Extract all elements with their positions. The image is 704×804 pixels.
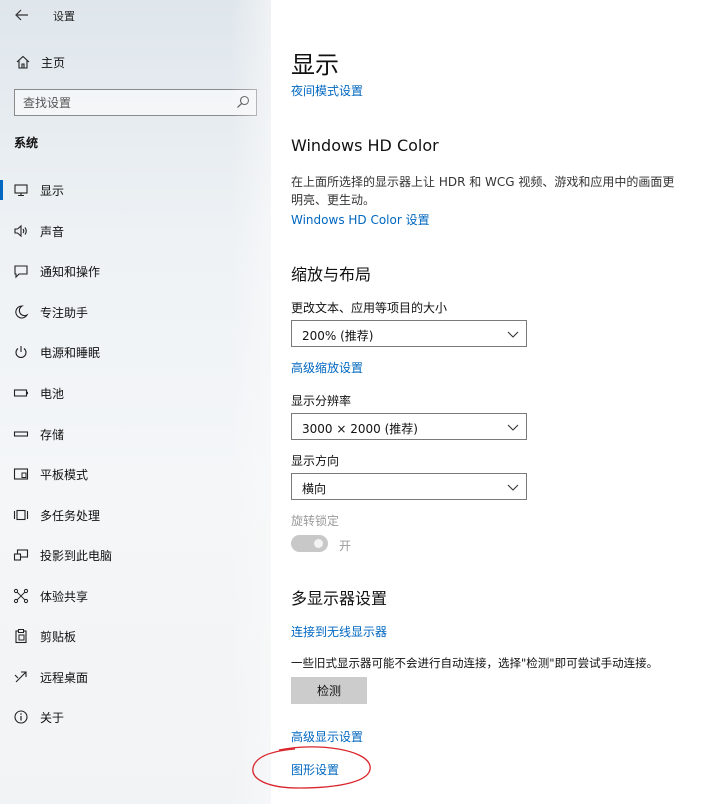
- sidebar-item-tablet-mode[interactable]: 平板模式: [0, 458, 271, 490]
- sidebar-item-label: 远程桌面: [40, 671, 89, 685]
- home-label: 主页: [41, 56, 66, 70]
- rotation-lock-state: 开: [339, 539, 352, 553]
- project-icon: [13, 549, 29, 561]
- sidebar-item-label: 电源和睡眠: [40, 346, 101, 360]
- clipboard-icon: [15, 629, 27, 644]
- tablet-mode-icon: [13, 468, 29, 480]
- info-icon: [14, 710, 28, 724]
- sidebar-item-about[interactable]: 关于: [0, 701, 271, 733]
- page-title: 显示: [291, 51, 339, 79]
- notification-icon: [14, 265, 28, 279]
- sidebar-item-remote-desktop[interactable]: 远程桌面: [0, 661, 271, 693]
- sidebar-item-label: 投影到此电脑: [40, 549, 113, 563]
- sidebar-item-label: 显示: [40, 184, 65, 198]
- multi-display-description: 一些旧式显示器可能不会进行自动连接，选择"检测"即可尝试手动连接。: [291, 656, 659, 670]
- sidebar-item-focus-assist[interactable]: 专注助手: [0, 296, 271, 328]
- sidebar: 设置 主页 系统 显示 声音 通知和操作: [0, 0, 271, 804]
- advanced-display-settings-link[interactable]: 高级显示设置: [291, 728, 363, 745]
- chevron-down-icon: [507, 424, 519, 431]
- hd-color-description-line2: 明亮、更生动。: [291, 193, 376, 207]
- title-bar: 设置: [0, 0, 271, 32]
- sidebar-item-multitasking[interactable]: 多任务处理: [0, 499, 271, 531]
- scale-dropdown-value: 200% (推荐): [302, 329, 374, 343]
- graphics-settings-link[interactable]: 图形设置: [291, 761, 339, 778]
- rotation-lock-toggle[interactable]: [291, 535, 328, 552]
- chevron-down-icon: [507, 484, 519, 491]
- scale-layout-heading: 缩放与布局: [291, 265, 372, 284]
- sidebar-item-label: 多任务处理: [40, 509, 101, 523]
- toggle-knob: [314, 539, 323, 548]
- sidebar-item-project[interactable]: 投影到此电脑: [0, 539, 271, 571]
- advanced-scaling-link[interactable]: 高级缩放设置: [291, 359, 363, 376]
- hd-color-settings-link[interactable]: Windows HD Color 设置: [291, 211, 430, 228]
- search-icon[interactable]: [236, 95, 250, 109]
- moon-icon: [15, 305, 29, 319]
- orientation-dropdown-value: 横向: [302, 482, 327, 496]
- sidebar-item-label: 电池: [40, 387, 65, 401]
- multi-display-heading: 多显示器设置: [291, 589, 388, 608]
- home-icon: [16, 55, 30, 69]
- remote-desktop-icon: [14, 671, 27, 683]
- hd-color-description-line1: 在上面所选择的显示器上让 HDR 和 WCG 视频、游戏和应用中的画面更: [291, 175, 675, 189]
- sidebar-item-label: 通知和操作: [40, 265, 101, 279]
- resolution-label: 显示分辨率: [291, 394, 352, 408]
- sidebar-item-battery[interactable]: 电池: [0, 377, 271, 409]
- back-arrow-icon: [15, 9, 28, 21]
- orientation-label: 显示方向: [291, 454, 340, 468]
- sidebar-item-clipboard[interactable]: 剪贴板: [0, 620, 271, 652]
- chevron-down-icon: [507, 331, 519, 338]
- sidebar-item-sound[interactable]: 声音: [0, 215, 271, 247]
- sidebar-item-power-sleep[interactable]: 电源和睡眠: [0, 336, 271, 368]
- monitor-icon: [14, 184, 28, 197]
- scale-label: 更改文本、应用等项目的大小: [291, 301, 448, 315]
- detect-button[interactable]: 检测: [291, 677, 367, 704]
- sidebar-item-label: 关于: [40, 711, 65, 725]
- rotation-lock-label: 旋转锁定: [291, 514, 340, 528]
- window-title: 设置: [53, 10, 75, 23]
- sidebar-item-label: 剪贴板: [40, 630, 77, 644]
- sidebar-item-shared-experiences[interactable]: 体验共享: [0, 580, 271, 612]
- sidebar-item-label: 声音: [40, 225, 65, 239]
- hd-color-description: 在上面所选择的显示器上让 HDR 和 WCG 视频、游戏和应用中的画面更 明亮、…: [291, 173, 691, 209]
- resolution-dropdown-value: 3000 × 2000 (推荐): [302, 422, 418, 436]
- scale-dropdown[interactable]: 200% (推荐): [291, 320, 527, 347]
- search-box[interactable]: [14, 89, 257, 116]
- speaker-icon: [14, 224, 27, 238]
- active-indicator: [0, 180, 3, 200]
- search-input[interactable]: [23, 94, 223, 112]
- sidebar-item-storage[interactable]: 存储: [0, 418, 271, 450]
- power-icon: [15, 346, 27, 359]
- sidebar-item-label: 体验共享: [40, 590, 89, 604]
- shared-experience-icon: [13, 588, 29, 604]
- resolution-dropdown[interactable]: 3000 × 2000 (推荐): [291, 413, 527, 440]
- orientation-dropdown[interactable]: 横向: [291, 473, 527, 500]
- back-button[interactable]: [10, 4, 34, 26]
- section-label-system: 系统: [14, 136, 39, 150]
- night-light-settings-link[interactable]: 夜间模式设置: [291, 82, 363, 99]
- storage-icon: [13, 431, 29, 437]
- sidebar-item-label: 存储: [40, 428, 65, 442]
- sidebar-item-display[interactable]: 显示: [0, 174, 271, 206]
- sidebar-item-label: 平板模式: [40, 468, 89, 482]
- main-content: 显示 夜间模式设置 Windows HD Color 在上面所选择的显示器上让 …: [252, 0, 704, 804]
- multitasking-icon: [13, 509, 29, 521]
- connect-wireless-display-link[interactable]: 连接到无线显示器: [291, 623, 387, 640]
- hd-color-heading: Windows HD Color: [291, 136, 439, 155]
- battery-icon: [13, 389, 28, 397]
- sidebar-item-notifications[interactable]: 通知和操作: [0, 255, 271, 287]
- sidebar-item-label: 专注助手: [40, 306, 89, 320]
- sidebar-item-home[interactable]: 主页: [0, 50, 271, 74]
